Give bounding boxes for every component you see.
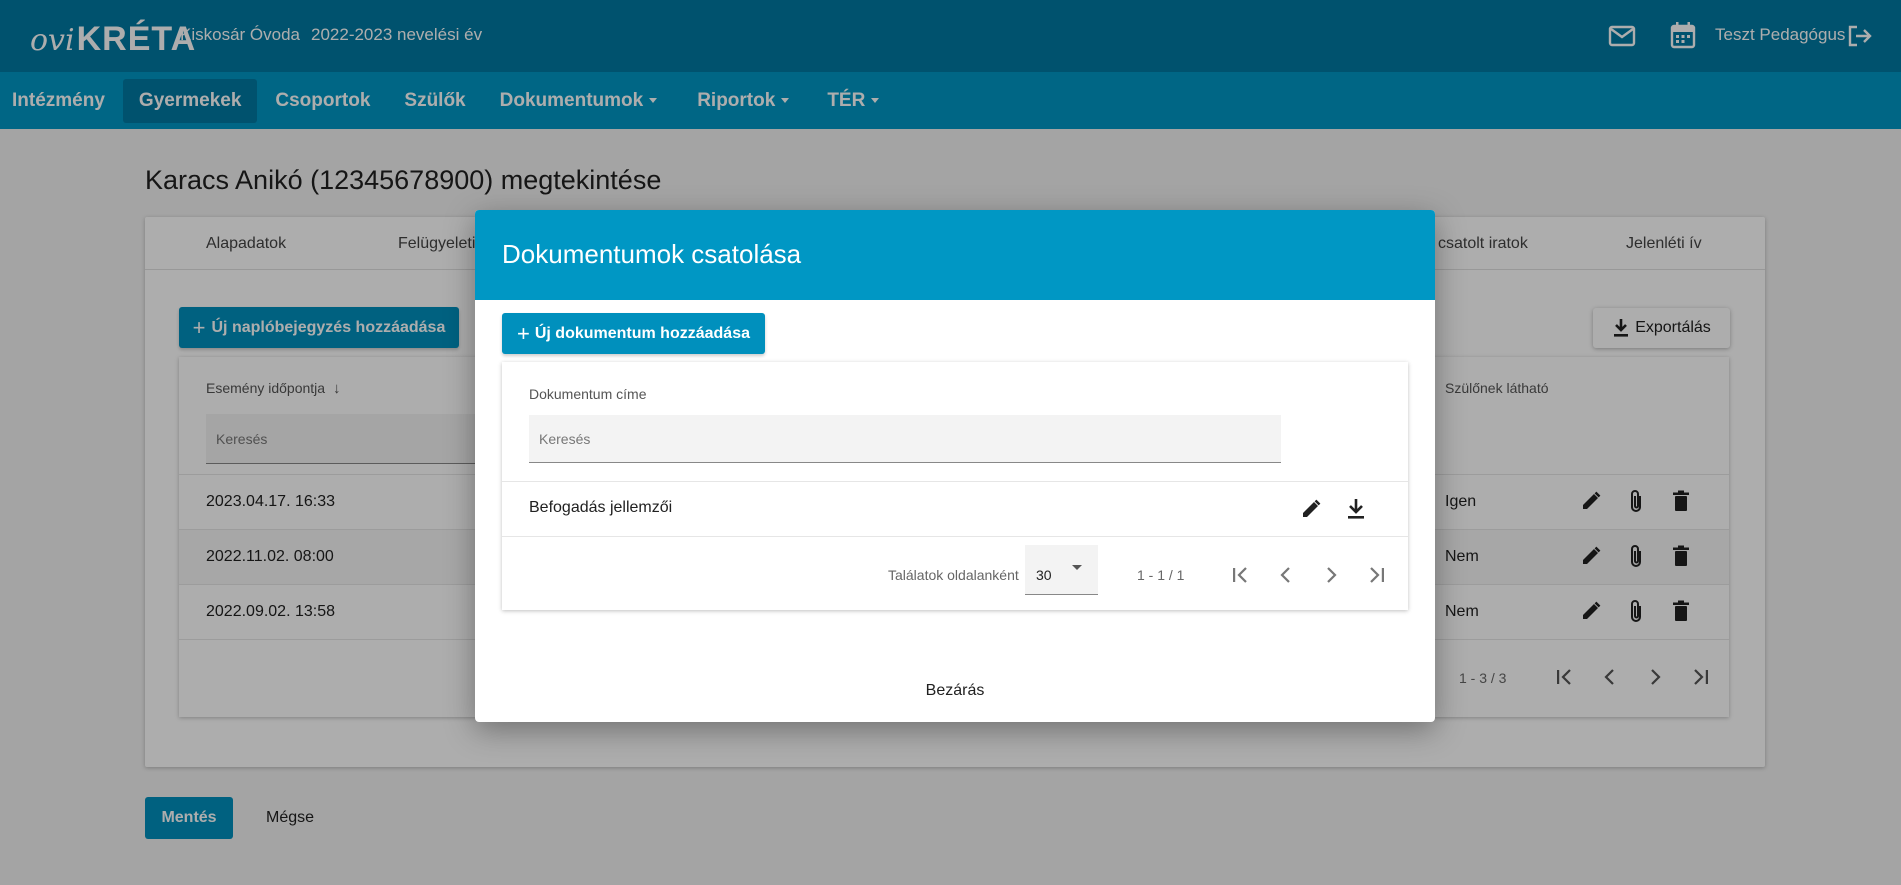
per-page-value: 30 <box>1036 567 1052 583</box>
attach-documents-dialog: Dokumentumok csatolása + Új dokumentum h… <box>475 210 1435 722</box>
pager-range: 1 - 1 / 1 <box>1137 567 1185 583</box>
document-title-search-input[interactable]: Keresés <box>529 415 1281 463</box>
download-icon[interactable] <box>1343 496 1369 522</box>
table-footer: Találatok oldalanként 30 1 - 1 / 1 <box>502 536 1408 610</box>
plus-icon: + <box>516 320 530 346</box>
dialog-title: Dokumentumok csatolása <box>502 239 802 269</box>
documents-table: Dokumentum címe Keresés Befogadás jellem… <box>502 362 1408 610</box>
edit-icon[interactable] <box>1298 496 1324 522</box>
per-page-label: Találatok oldalanként <box>888 567 1019 583</box>
column-header-document-title[interactable]: Dokumentum címe <box>529 386 646 402</box>
document-title: Befogadás jellemzői <box>529 499 673 516</box>
next-page-icon[interactable] <box>1319 563 1343 587</box>
close-dialog-button[interactable]: Bezárás <box>905 673 1005 709</box>
add-document-button[interactable]: + Új dokumentum hozzáadása <box>502 313 765 354</box>
per-page-select[interactable]: 30 <box>1025 545 1098 595</box>
add-document-label[interactable]: Új dokumentum hozzáadása <box>535 325 750 343</box>
last-page-icon[interactable] <box>1364 563 1388 587</box>
dialog-header: Dokumentumok csatolása <box>475 210 1435 300</box>
table-row[interactable]: Befogadás jellemzői <box>502 481 1408 536</box>
first-page-icon[interactable] <box>1229 563 1253 587</box>
dropdown-arrow-icon <box>1072 565 1082 570</box>
previous-page-icon[interactable] <box>1274 563 1298 587</box>
